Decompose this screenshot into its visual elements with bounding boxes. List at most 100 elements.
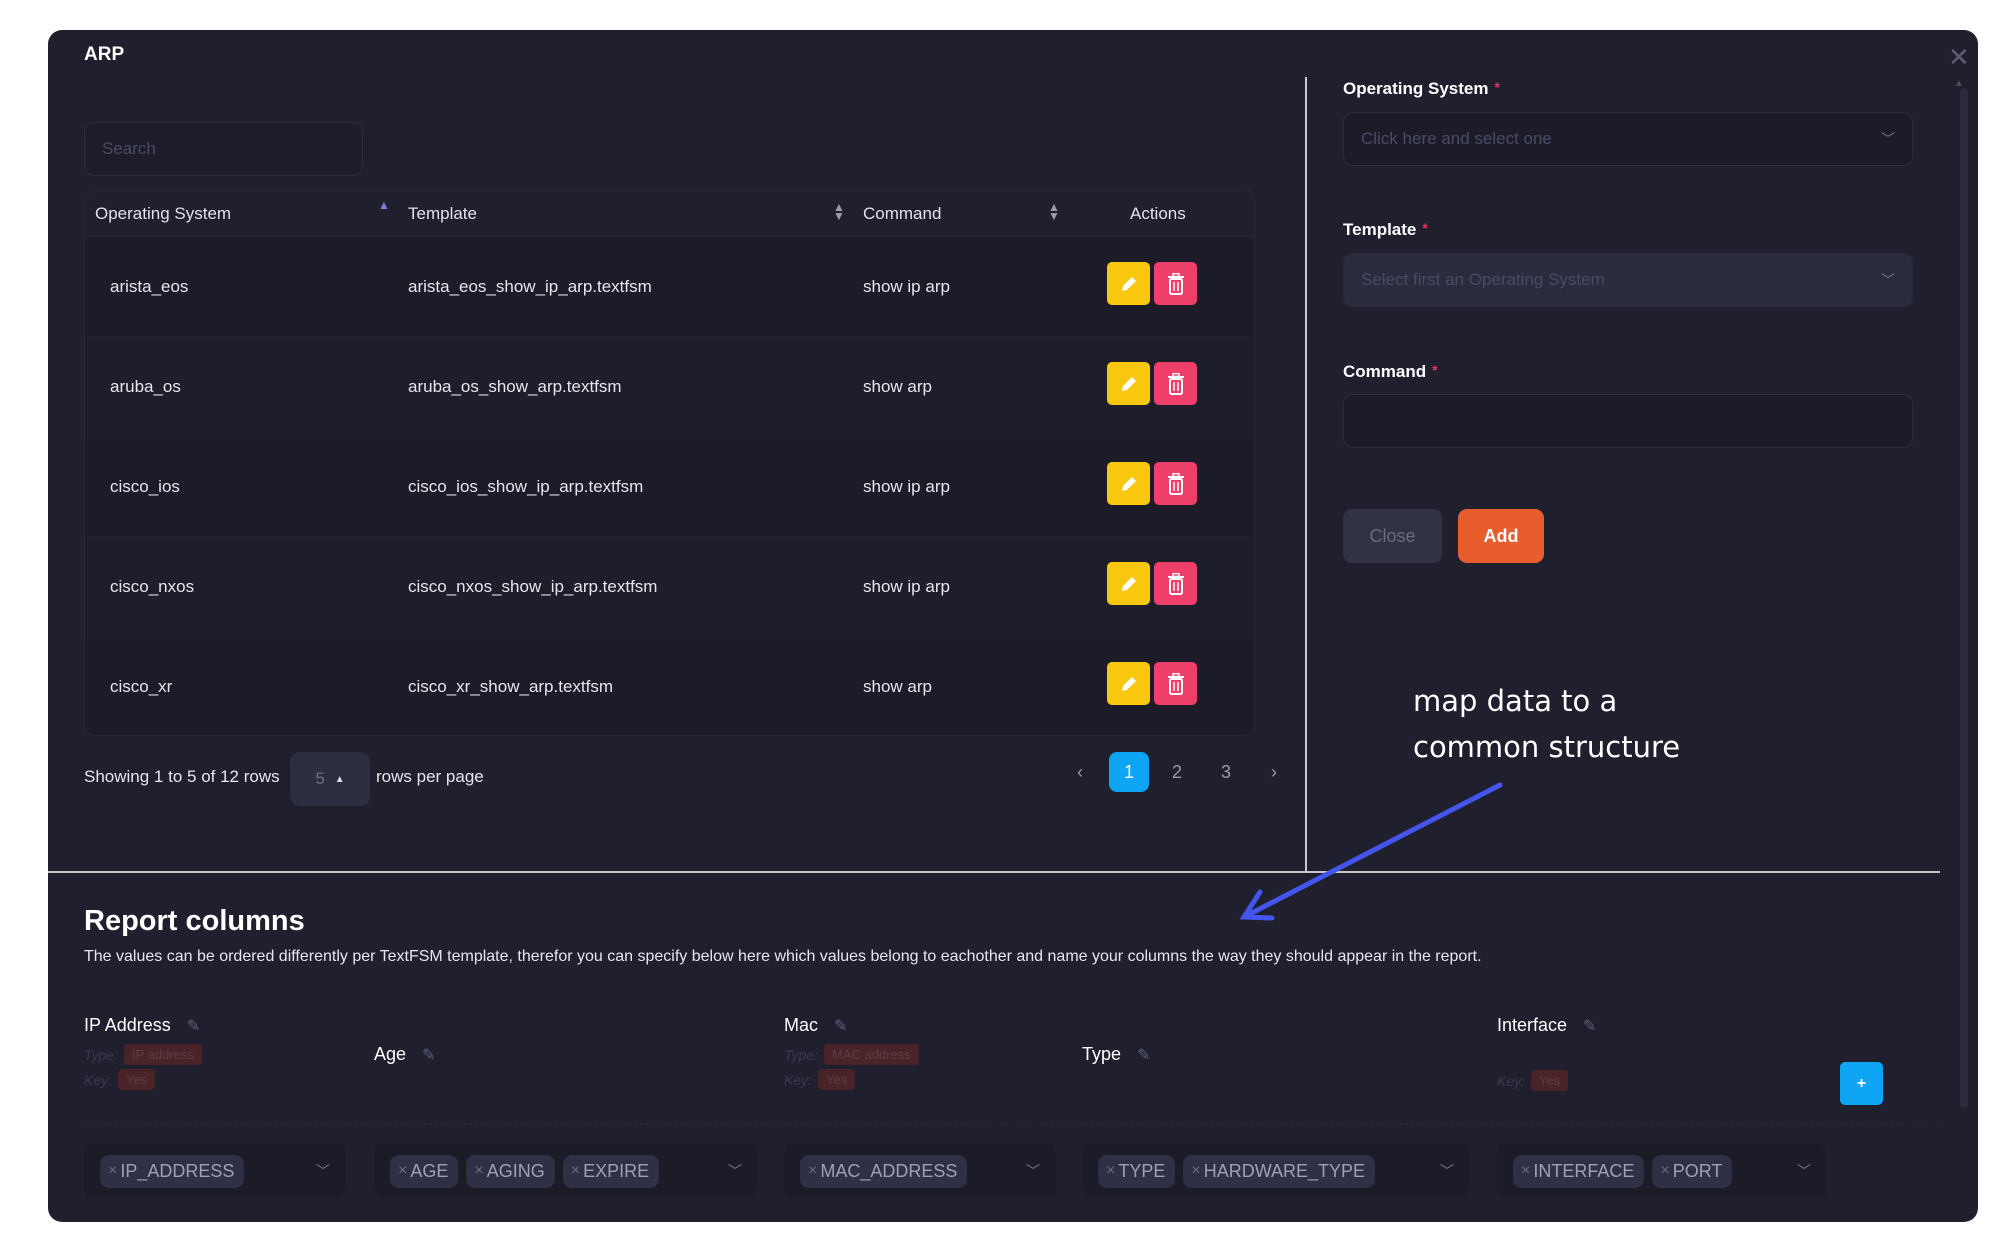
table-row: cisco_xr cisco_xr_show_arp.textfsm show ar… (85, 637, 1254, 735)
add-column-button[interactable]: + (1840, 1062, 1883, 1105)
rows-per-page-select[interactable]: 5 ▲ (290, 752, 370, 806)
page-3-button[interactable]: 3 (1206, 752, 1246, 792)
column-keys-select-type[interactable]: × TYPE × HARDWARE_TYPE ﹀ (1082, 1144, 1470, 1198)
edit-button[interactable] (1107, 362, 1150, 405)
key-tag: × TYPE (1098, 1154, 1176, 1188)
delete-button[interactable] (1154, 362, 1197, 405)
annotation-line-2: common structure (1413, 730, 1681, 764)
page-1-button[interactable]: 1 (1109, 752, 1149, 792)
os-label-text: Operating System (1343, 79, 1489, 98)
caret-up-icon: ▲ (334, 773, 345, 785)
sort-asc-icon[interactable]: ▲ (378, 199, 390, 211)
remove-tag-icon[interactable]: × (571, 1162, 580, 1180)
cell-template: cisco_ios_show_ip_arp.textfsm (408, 477, 644, 496)
delete-button[interactable] (1154, 462, 1197, 505)
edit-button[interactable] (1107, 562, 1150, 605)
edit-button[interactable] (1107, 662, 1150, 705)
remove-tag-icon[interactable]: × (398, 1162, 407, 1180)
type-label: Type: (84, 1046, 118, 1063)
pencil-icon (1121, 376, 1136, 391)
cell-os: cisco_xr (110, 677, 173, 696)
report-column-type: Type ✎ (1082, 1044, 1150, 1065)
key-tag: × PORT (1652, 1154, 1733, 1188)
arp-modal: ARP ✕ ▲ Search Operating System ▲ Templa… (48, 30, 1978, 1222)
os-select[interactable]: Click here and select one ﹀ (1343, 112, 1913, 166)
delete-button[interactable] (1154, 262, 1197, 305)
trash-icon (1167, 372, 1184, 395)
edit-button[interactable] (1107, 462, 1150, 505)
template-select[interactable]: Select first an Operating System ﹀ (1343, 253, 1913, 307)
column-keys-select-interface[interactable]: × INTERFACE × PORT ﹀ (1497, 1144, 1827, 1198)
pencil-icon[interactable]: ✎ (187, 1016, 200, 1036)
key-label: Key: (84, 1071, 113, 1088)
remove-tag-icon[interactable]: × (1521, 1162, 1530, 1180)
chevron-down-icon[interactable]: ﹀ (316, 1161, 330, 1181)
tag-label: HARDWARE_TYPE (1203, 1160, 1366, 1181)
sort-icon[interactable]: ▲ ▼ (833, 201, 845, 222)
prev-page-button[interactable]: ‹ (1060, 752, 1100, 792)
key-badge: Yes (118, 1069, 156, 1090)
key-tag: × IP_ADDRESS (100, 1154, 245, 1188)
chevron-down-icon[interactable]: ﹀ (728, 1161, 742, 1181)
template-label: Template * (1343, 220, 1428, 240)
column-header-command[interactable]: Command (863, 204, 941, 224)
search-input[interactable]: Search (84, 122, 363, 176)
page-2-button[interactable]: 2 (1157, 752, 1197, 792)
sort-icon[interactable]: ▲ ▼ (1048, 201, 1060, 222)
trash-icon (1167, 472, 1184, 495)
next-page-button[interactable]: › (1254, 752, 1294, 792)
remove-tag-icon[interactable]: × (1106, 1162, 1115, 1180)
cell-template: cisco_nxos_show_ip_arp.textfsm (408, 577, 658, 596)
tag-label: TYPE (1118, 1160, 1166, 1181)
scrollbar[interactable] (1960, 88, 1968, 1108)
key-tag: × AGING (466, 1154, 555, 1188)
add-button[interactable]: Add (1458, 509, 1544, 563)
required-mark: * (1422, 220, 1428, 236)
key-label: Key: (784, 1071, 813, 1088)
cell-os: arista_eos (110, 277, 189, 296)
pencil-icon[interactable]: ✎ (422, 1045, 435, 1065)
trash-icon (1167, 272, 1184, 295)
remove-tag-icon[interactable]: × (1660, 1162, 1669, 1180)
chevron-down-icon[interactable]: ﹀ (1026, 1161, 1040, 1181)
chevron-down-icon[interactable]: ﹀ (1797, 1161, 1811, 1181)
table-row: arista_eos arista_eos_show_ip_arp.textfsm… (85, 237, 1254, 337)
column-name: IP Address (84, 1015, 171, 1035)
remove-tag-icon[interactable]: × (108, 1162, 117, 1180)
chevron-down-icon[interactable]: ﹀ (1440, 1161, 1454, 1181)
trash-icon (1167, 672, 1184, 695)
delete-button[interactable] (1154, 662, 1197, 705)
column-header-os[interactable]: Operating System (95, 204, 231, 224)
annotation-line-1: map data to a (1413, 684, 1618, 718)
command-input[interactable] (1343, 394, 1913, 448)
cell-command: show arp (863, 377, 932, 396)
command-label-text: Command (1343, 362, 1427, 381)
tag-label: AGE (410, 1160, 449, 1181)
close-icon[interactable]: ✕ (1948, 44, 1970, 70)
report-column-ip-address: IP Address ✎ Type: IP address Key: Yes (84, 1015, 202, 1090)
tag-label: INTERFACE (1533, 1160, 1635, 1181)
key-badge: Yes (818, 1069, 856, 1090)
pencil-icon[interactable]: ✎ (834, 1016, 847, 1036)
column-keys-select-mac[interactable]: × MAC_ADDRESS ﹀ (784, 1144, 1056, 1198)
column-header-template[interactable]: Template (408, 204, 477, 224)
remove-tag-icon[interactable]: × (808, 1162, 817, 1180)
pencil-icon (1121, 476, 1136, 491)
chevron-down-icon: ﹀ (1881, 131, 1895, 147)
column-keys-select-ip-address[interactable]: × IP_ADDRESS ﹀ (84, 1144, 346, 1198)
dashed-divider (84, 1124, 1939, 1125)
type-label: Type: (784, 1046, 818, 1063)
column-keys-select-age[interactable]: × AGE × AGING × EXPIRE ﹀ (374, 1144, 758, 1198)
delete-button[interactable] (1154, 562, 1197, 605)
os-label: Operating System * (1343, 79, 1500, 99)
pencil-icon[interactable]: ✎ (1137, 1045, 1150, 1065)
edit-button[interactable] (1107, 262, 1150, 305)
trash-icon (1167, 572, 1184, 595)
key-tag: × INTERFACE (1513, 1154, 1645, 1188)
cell-command: show ip arp (863, 577, 950, 596)
close-button[interactable]: Close (1343, 509, 1442, 563)
required-mark: * (1432, 362, 1438, 378)
remove-tag-icon[interactable]: × (1191, 1162, 1200, 1180)
remove-tag-icon[interactable]: × (474, 1162, 483, 1180)
pencil-icon[interactable]: ✎ (1583, 1016, 1596, 1036)
